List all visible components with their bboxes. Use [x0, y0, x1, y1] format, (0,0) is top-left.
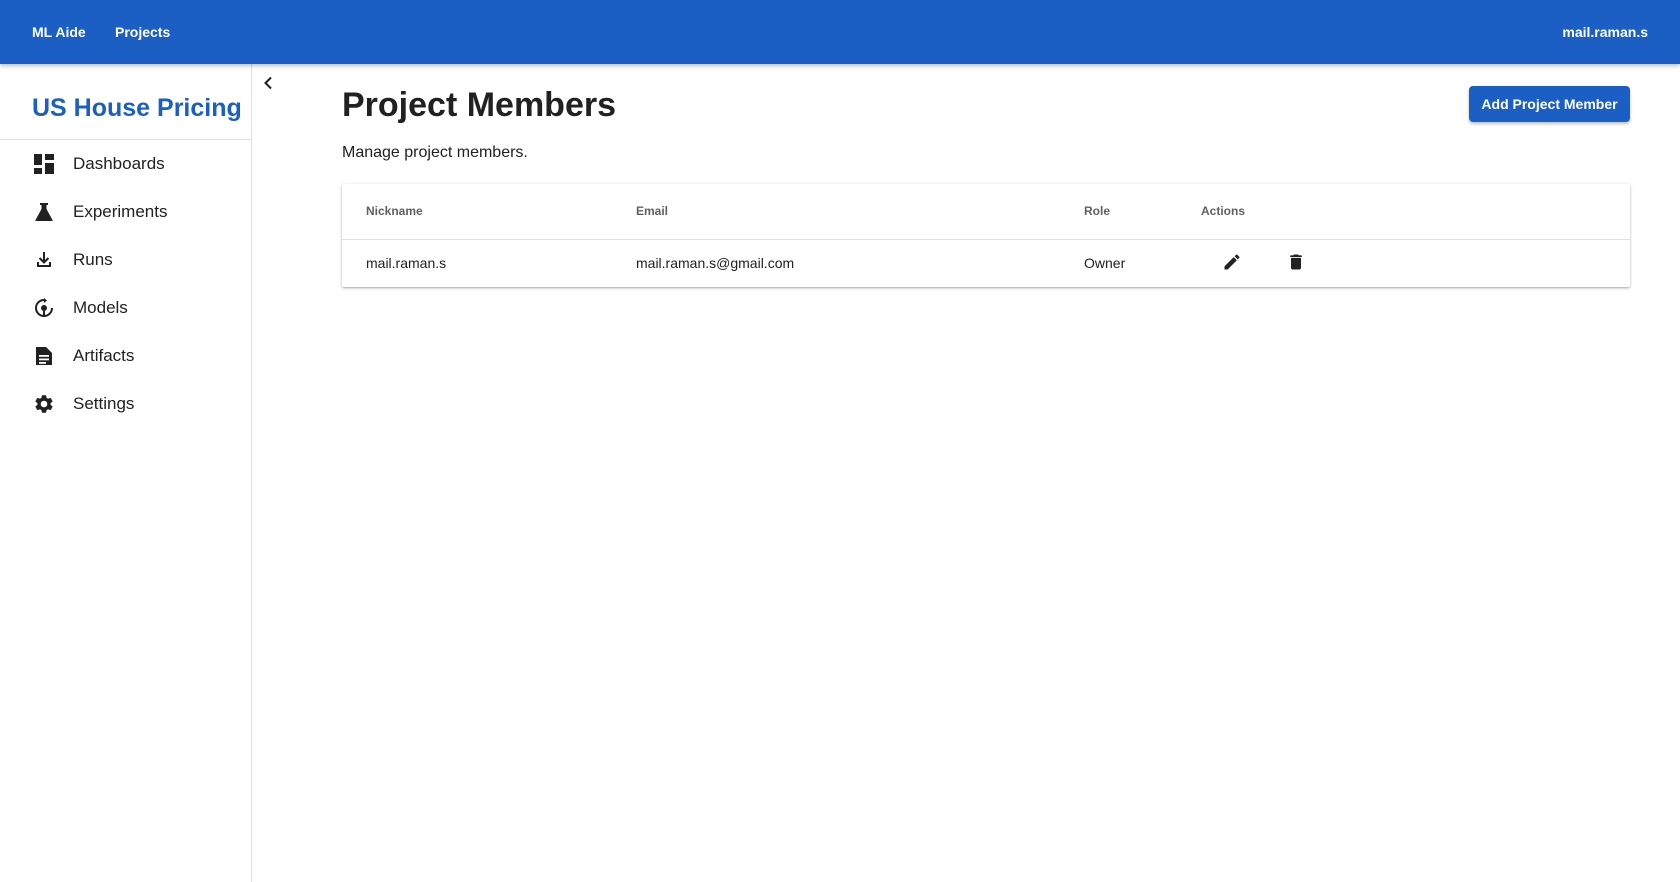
cell-role: Owner [1084, 255, 1126, 271]
sidebar-item-label: Artifacts [73, 346, 135, 365]
sidebar-item-experiments[interactable]: Experiments [0, 188, 251, 236]
project-title: US House Pricing [32, 94, 242, 122]
sidebar-item-label: Models [73, 298, 128, 317]
pencil-icon [1222, 252, 1242, 277]
page-title: Project Members [342, 86, 616, 124]
trash-icon [1286, 252, 1306, 277]
chevron-left-icon [262, 76, 274, 95]
gear-icon [32, 392, 56, 416]
cell-email: mail.raman.s@gmail.com [636, 255, 795, 271]
column-header-email[interactable]: Email [636, 204, 668, 218]
sidebar-item-runs[interactable]: Runs [0, 236, 251, 284]
sidebar-nav: Dashboards Experiments Runs Models Artif… [0, 140, 251, 428]
sidebar-item-label: Experiments [73, 202, 168, 221]
flask-icon [32, 200, 56, 224]
page-subtitle: Manage project members. [342, 144, 528, 161]
sidebar-item-settings[interactable]: Settings [0, 380, 251, 428]
sidebar-item-label: Settings [73, 394, 135, 413]
cell-nickname: mail.raman.s [366, 255, 447, 271]
add-project-member-button[interactable]: Add Project Member [1469, 86, 1630, 122]
document-icon [32, 344, 56, 368]
collapse-sidebar-button[interactable] [262, 74, 274, 96]
model-cycle-icon [32, 296, 56, 320]
column-header-nickname[interactable]: Nickname [366, 204, 423, 218]
edit-member-button[interactable] [1219, 251, 1245, 277]
members-table: Nickname Email Role Actions mail.raman.s… [342, 184, 1630, 287]
sidebar-item-label: Dashboards [73, 154, 165, 173]
run-download-icon [32, 248, 56, 272]
sidebar-item-dashboards[interactable]: Dashboards [0, 140, 251, 188]
top-app-bar: ML Aide Projects mail.raman.s [0, 0, 1680, 64]
table-header: Nickname Email Role Actions [342, 184, 1630, 240]
sidebar-item-label: Runs [73, 250, 113, 269]
brand-link[interactable]: ML Aide [32, 22, 86, 42]
sidebar: US House Pricing Dashboards Experiments … [0, 64, 252, 882]
table-row: mail.raman.s mail.raman.s@gmail.com Owne… [342, 240, 1630, 287]
sidebar-item-models[interactable]: Models [0, 284, 251, 332]
dashboard-icon [32, 152, 56, 176]
delete-member-button[interactable] [1283, 251, 1309, 277]
projects-link[interactable]: Projects [115, 22, 170, 42]
sidebar-item-artifacts[interactable]: Artifacts [0, 332, 251, 380]
column-header-actions: Actions [1201, 204, 1246, 218]
user-menu[interactable]: mail.raman.s [1562, 22, 1648, 42]
column-header-role[interactable]: Role [1084, 204, 1110, 218]
